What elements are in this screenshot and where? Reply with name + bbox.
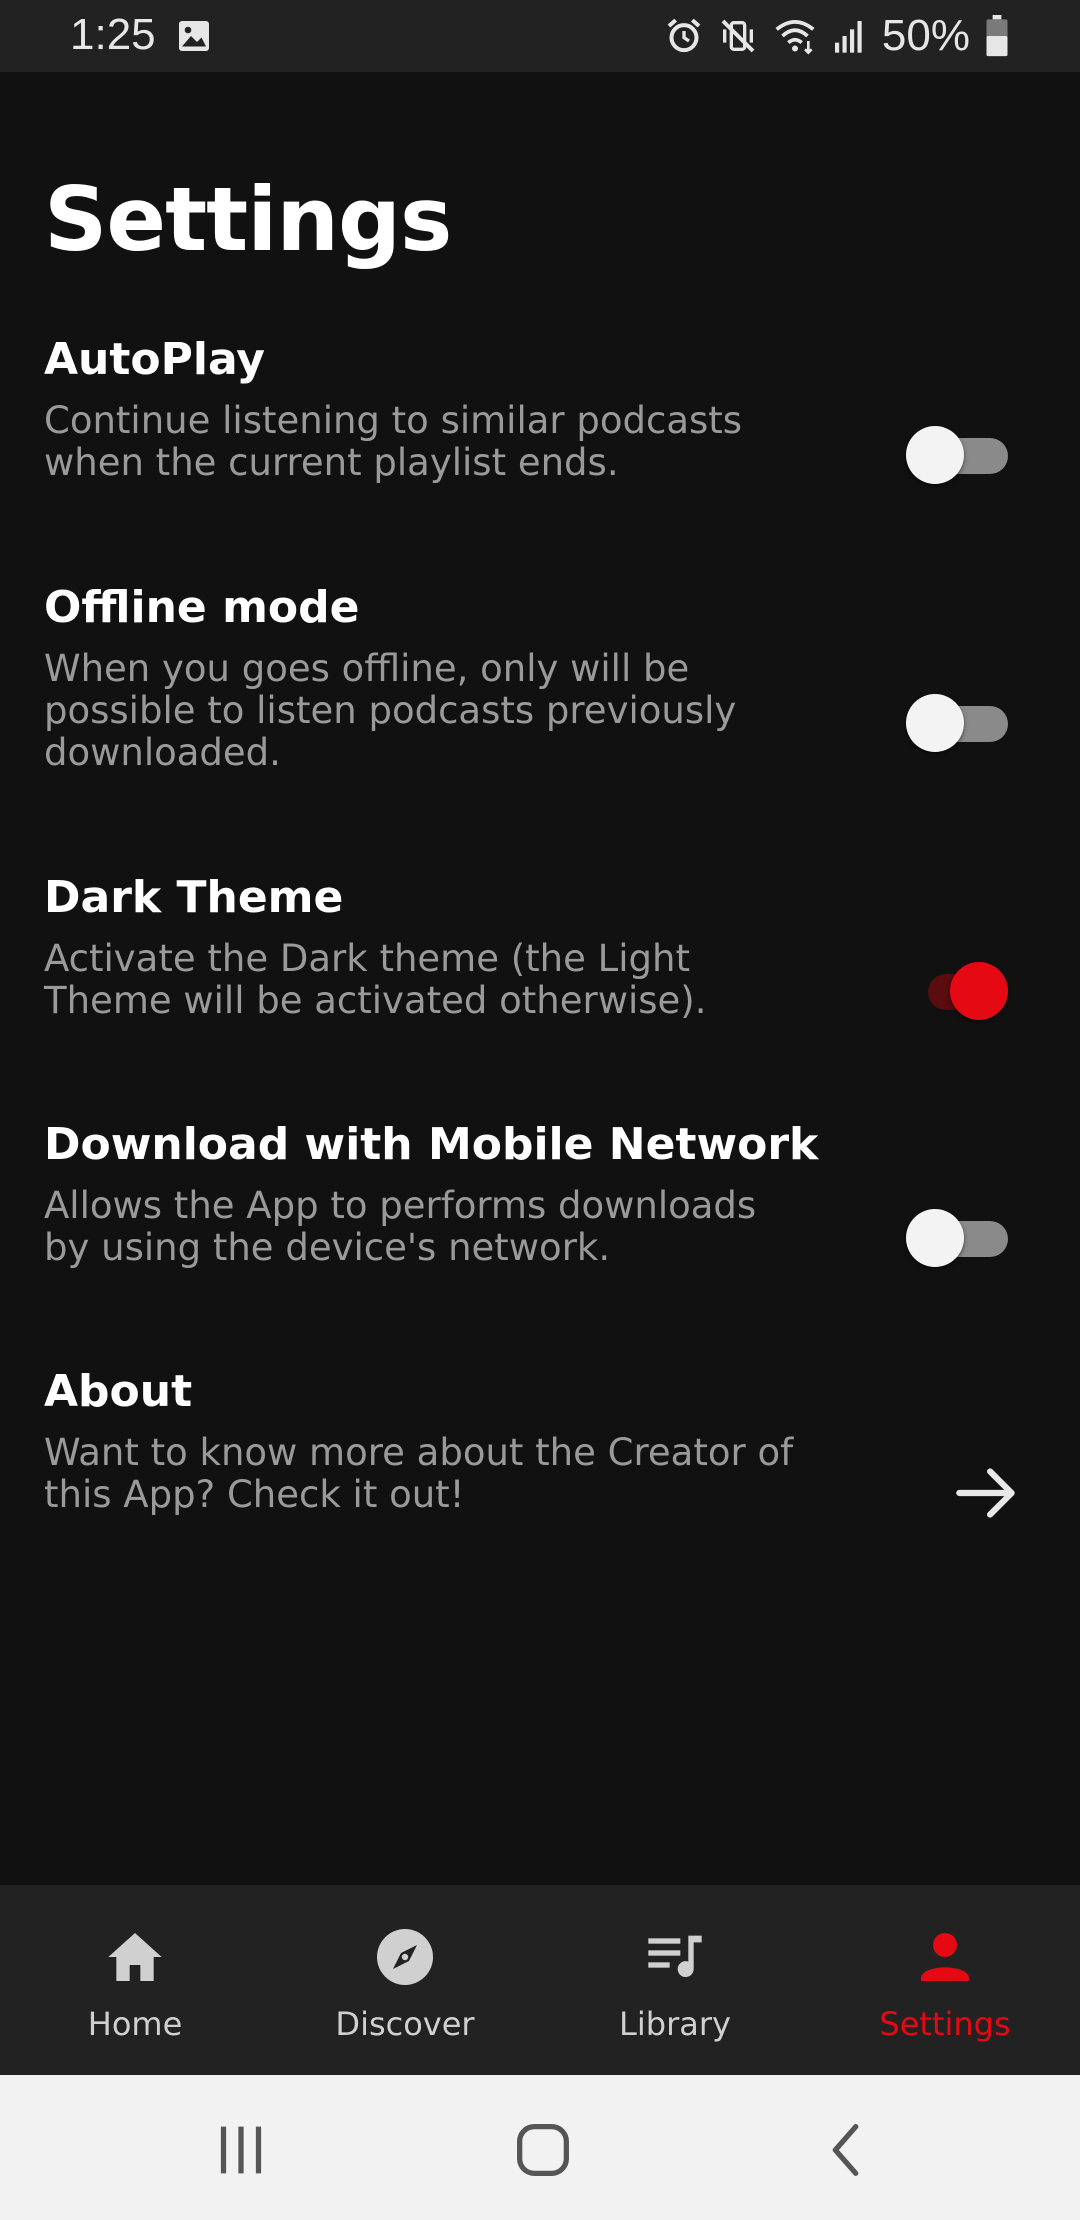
nav-label: Home xyxy=(87,2005,183,2043)
mobile-network-toggle[interactable] xyxy=(906,1207,1016,1267)
dark-theme-toggle[interactable] xyxy=(906,960,1016,1020)
nav-label: Library xyxy=(619,2005,731,2043)
setting-dark-theme: Dark Theme Activate the Dark theme (the … xyxy=(44,870,1044,1022)
recent-apps-icon[interactable] xyxy=(206,2115,276,2185)
arrow-right-icon[interactable] xyxy=(950,1456,1024,1530)
status-time: 1:25 xyxy=(70,10,156,59)
library-icon xyxy=(648,1935,702,1978)
page-title: Settings xyxy=(44,168,452,271)
nav-label: Discover xyxy=(335,2005,475,2043)
signal-icon xyxy=(834,21,862,53)
setting-offline-mode: Offline mode When you goes offline, only… xyxy=(44,580,1044,774)
setting-about[interactable]: About Want to know more about the Creato… xyxy=(44,1364,1044,1516)
nav-item-home[interactable]: Home xyxy=(0,1885,270,2075)
autoplay-toggle[interactable] xyxy=(906,424,1016,484)
bottom-navigation: Home Discover Library Settings xyxy=(0,1885,1080,2075)
setting-title: Offline mode xyxy=(44,582,360,633)
toggle-thumb xyxy=(906,426,964,484)
setting-title: About xyxy=(44,1366,193,1417)
setting-description: Allows the App to performs downloads by … xyxy=(44,1184,757,1269)
vibrate-mute-icon xyxy=(721,19,755,53)
status-icons: 50% xyxy=(664,10,1010,62)
nav-label: Settings xyxy=(879,2005,1011,2043)
setting-title: AutoPlay xyxy=(44,334,265,385)
settings-screen: 1:25 50% Settings AutoPlay Continue list… xyxy=(0,0,1080,2220)
setting-title: Download with Mobile Network xyxy=(44,1119,819,1170)
alarm-icon xyxy=(667,18,701,53)
status-bar: 1:25 50% xyxy=(0,0,1080,72)
home-button-icon[interactable] xyxy=(508,2115,578,2185)
offline-mode-toggle[interactable] xyxy=(906,692,1016,752)
person-icon xyxy=(921,1933,969,1981)
nav-item-discover[interactable]: Discover xyxy=(270,1885,540,2075)
setting-description: Activate the Dark theme (the Light Theme… xyxy=(44,937,707,1022)
gallery-notification-icon xyxy=(179,21,209,51)
nav-item-settings[interactable]: Settings xyxy=(810,1885,1080,2075)
compass-icon xyxy=(377,1929,433,1985)
setting-download-mobile-network: Download with Mobile Network Allows the … xyxy=(44,1117,1044,1269)
toggle-thumb xyxy=(906,694,964,752)
setting-description: Continue listening to similar podcasts w… xyxy=(44,399,743,484)
toggle-thumb xyxy=(950,962,1008,1020)
setting-description: When you goes offline, only will be poss… xyxy=(44,647,737,774)
setting-autoplay: AutoPlay Continue listening to similar p… xyxy=(44,332,1044,484)
setting-description: Want to know more about the Creator of t… xyxy=(44,1431,794,1516)
battery-icon xyxy=(986,15,1008,57)
setting-title: Dark Theme xyxy=(44,872,344,923)
wifi-icon xyxy=(775,20,815,55)
home-icon xyxy=(108,1933,162,1981)
battery-level: 50% xyxy=(881,11,970,60)
toggle-thumb xyxy=(906,1209,964,1267)
system-navigation-bar xyxy=(0,2075,1080,2220)
back-icon[interactable] xyxy=(812,2115,882,2185)
nav-item-library[interactable]: Library xyxy=(540,1885,810,2075)
